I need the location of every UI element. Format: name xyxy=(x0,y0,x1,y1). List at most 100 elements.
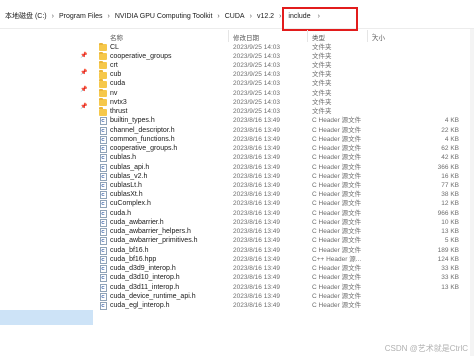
breadcrumb-version[interactable]: v12.2 xyxy=(256,13,275,20)
file-type: C Header 源文件 xyxy=(312,172,362,180)
file-row[interactable]: CcublasXt.h 2023/8/16 13:49 C Header 源文件 38… xyxy=(93,191,474,200)
file-row[interactable]: Ccuda_bf16.h 2023/8/16 13:49 C Header 源文件 1… xyxy=(93,246,474,255)
file-row[interactable]: Ccuda_d3d9_interop.h 2023/8/16 13:49 C Hea… xyxy=(93,265,474,274)
file-type: 文件夹 xyxy=(312,61,332,69)
file-type: 文件夹 xyxy=(312,52,332,60)
chevron-right-icon[interactable]: › xyxy=(246,13,256,20)
breadcrumb: 本地磁盘 (C:) › Program Files › NVIDIA GPU C… xyxy=(4,6,359,31)
pin-icon[interactable]: 📌 xyxy=(80,52,87,60)
file-type: C Header 源文件 xyxy=(312,283,362,291)
file-row[interactable]: Ccublas.h 2023/8/16 13:49 C Header 源文件 42 K… xyxy=(93,154,474,163)
file-row[interactable]: Ccuda_device_runtime_api.h 2023/8/16 13:4… xyxy=(93,292,474,301)
navigation-pane[interactable]: 📌 📌 📌 📌 xyxy=(0,29,93,356)
file-row[interactable]: Cchannel_descriptor.h 2023/8/16 13:49 C He… xyxy=(93,126,474,135)
column-size[interactable]: 大小 xyxy=(372,32,385,42)
file-date: 2023/8/16 13:49 xyxy=(233,154,280,162)
c-header-file-icon: C xyxy=(99,126,107,135)
file-name: cuda_awbarrier.h xyxy=(110,218,164,226)
file-row[interactable]: Cbuiltin_types.h 2023/8/16 13:49 C Header … xyxy=(93,117,474,126)
vertical-scrollbar[interactable] xyxy=(470,29,474,356)
pin-icon[interactable]: 📌 xyxy=(80,103,87,111)
c-header-file-icon: C xyxy=(99,163,107,172)
folder-icon xyxy=(99,70,107,79)
file-size: 966 KB xyxy=(437,209,459,217)
c-header-file-icon: C xyxy=(99,237,107,246)
file-date: 2023/9/25 14:03 xyxy=(233,43,280,51)
file-row[interactable]: crt 2023/9/25 14:03 文件夹 xyxy=(93,60,474,70)
c-header-file-icon: C xyxy=(99,274,107,283)
file-row[interactable]: CcublasLt.h 2023/8/16 13:49 C Header 源文件 77… xyxy=(93,182,474,191)
file-row[interactable]: Ccublas_v2.h 2023/8/16 13:49 C Header 源文件 1… xyxy=(93,172,474,181)
column-divider[interactable] xyxy=(307,30,308,42)
pin-icon[interactable]: 📌 xyxy=(80,69,87,77)
file-date: 2023/8/16 13:49 xyxy=(233,237,280,245)
file-row[interactable]: Ccuda_d3d10_interop.h 2023/8/16 13:49 C He… xyxy=(93,274,474,283)
file-date: 2023/9/25 14:03 xyxy=(233,108,280,116)
address-bar[interactable]: 本地磁盘 (C:) › Program Files › NVIDIA GPU C… xyxy=(0,0,474,31)
chevron-right-icon[interactable]: › xyxy=(104,13,114,20)
chevron-right-icon[interactable]: › xyxy=(48,13,58,20)
file-name: cuda_egl_interop.h xyxy=(110,302,170,310)
file-name: channel_descriptor.h xyxy=(110,126,175,134)
chevron-right-icon[interactable]: › xyxy=(213,13,223,20)
folder-icon xyxy=(99,97,107,107)
file-size: 12 KB xyxy=(441,200,459,208)
file-size: 33 KB xyxy=(441,274,459,282)
breadcrumb-drive[interactable]: 本地磁盘 (C:) xyxy=(4,11,48,21)
file-date: 2023/8/16 13:49 xyxy=(233,172,280,180)
c-header-file-icon: C xyxy=(99,154,107,163)
c-header-file-icon: C xyxy=(99,255,107,264)
breadcrumb-program-files[interactable]: Program Files xyxy=(58,13,104,20)
breadcrumb-cuda[interactable]: CUDA xyxy=(224,13,246,20)
file-row[interactable]: thrust 2023/9/25 14:03 文件夹 xyxy=(93,107,474,117)
file-row[interactable]: Ccommon_functions.h 2023/8/16 13:49 C Head… xyxy=(93,135,474,144)
c-header-file-icon: C xyxy=(99,182,107,191)
file-size: 10 KB xyxy=(441,218,459,226)
c-header-file-icon: C xyxy=(99,145,107,154)
file-row[interactable]: nvtx3 2023/9/25 14:03 文件夹 xyxy=(93,97,474,107)
pin-icon[interactable]: 📌 xyxy=(80,86,87,94)
file-date: 2023/8/16 13:49 xyxy=(233,265,280,273)
file-date: 2023/9/25 14:03 xyxy=(233,98,280,106)
file-date: 2023/8/16 13:49 xyxy=(233,246,280,254)
column-type[interactable]: 类型 xyxy=(312,32,325,42)
nav-selected-item[interactable] xyxy=(0,310,93,325)
file-date: 2023/9/25 14:03 xyxy=(233,61,280,69)
file-row[interactable]: Ccuda_egl_interop.h 2023/8/16 13:49 C Head… xyxy=(93,302,474,311)
c-header-file-icon: C xyxy=(99,200,107,209)
column-name[interactable]: 名称 xyxy=(110,32,123,42)
file-row[interactable]: cub 2023/9/25 14:03 文件夹 xyxy=(93,70,474,80)
column-date[interactable]: 修改日期 xyxy=(233,32,259,42)
file-row[interactable]: nv 2023/9/25 14:03 文件夹 xyxy=(93,88,474,98)
file-row[interactable]: Ccublas_api.h 2023/8/16 13:49 C Header 源文件… xyxy=(93,163,474,172)
file-row[interactable]: Ccooperative_groups.h 2023/8/16 13:49 C He… xyxy=(93,145,474,154)
file-type: 文件夹 xyxy=(312,89,332,97)
file-row[interactable]: Ccuda.h 2023/8/16 13:49 C Header 源文件 966 KB xyxy=(93,209,474,218)
breadcrumb-include[interactable]: include xyxy=(282,6,359,31)
file-date: 2023/9/25 14:03 xyxy=(233,71,280,79)
column-divider[interactable] xyxy=(367,30,368,42)
file-row[interactable]: Ccuda_awbarrier_primitives.h 2023/8/16 13… xyxy=(93,237,474,246)
file-row[interactable]: CcuComplex.h 2023/8/16 13:49 C Header 源文件 1… xyxy=(93,200,474,209)
c-header-file-icon: C xyxy=(99,265,107,274)
file-name: cuda_bf16.hpp xyxy=(110,255,157,263)
breadcrumb-nvidia-toolkit[interactable]: NVIDIA GPU Computing Toolkit xyxy=(114,13,214,20)
file-row[interactable]: Ccuda_awbarrier_helpers.h 2023/8/16 13:49… xyxy=(93,228,474,237)
file-row[interactable]: cuda 2023/9/25 14:03 文件夹 xyxy=(93,79,474,89)
file-row[interactable]: CL 2023/9/25 14:03 文件夹 xyxy=(93,42,474,52)
file-name: cuda_d3d9_interop.h xyxy=(110,265,176,273)
column-divider[interactable] xyxy=(228,30,229,42)
file-date: 2023/8/16 13:49 xyxy=(233,255,280,263)
file-row[interactable]: cooperative_groups 2023/9/25 14:03 文件夹 xyxy=(93,51,474,61)
file-name: cuda_awbarrier_primitives.h xyxy=(110,237,198,245)
file-name: cuda.h xyxy=(110,209,132,217)
file-size: 5 KB xyxy=(444,237,459,245)
file-row[interactable]: Ccuda_awbarrier.h 2023/8/16 13:49 C Header… xyxy=(93,218,474,227)
file-row[interactable]: Ccuda_bf16.hpp 2023/8/16 13:49 C++ Header … xyxy=(93,255,474,264)
file-size: 77 KB xyxy=(441,182,459,190)
file-type: C Header 源文件 xyxy=(312,200,362,208)
folder-icon xyxy=(99,60,107,70)
file-row[interactable]: Ccuda_d3d11_interop.h 2023/8/16 13:49 C He… xyxy=(93,283,474,292)
file-type: C Header 源文件 xyxy=(312,163,362,171)
file-name: CL xyxy=(110,43,119,51)
